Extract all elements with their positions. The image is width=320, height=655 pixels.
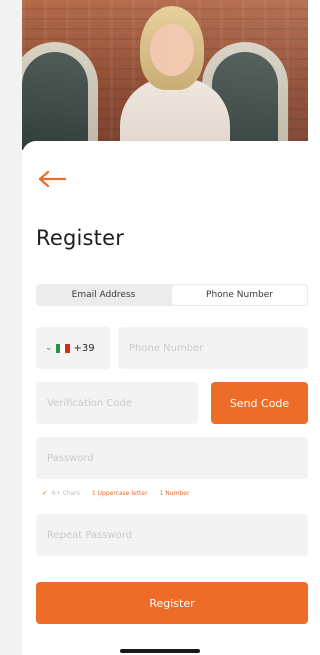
- password-input[interactable]: Password: [36, 437, 308, 479]
- send-code-label: Send Code: [229, 396, 290, 410]
- page-title: Register: [36, 226, 125, 250]
- password-placeholder: Password: [47, 452, 94, 464]
- rule-number: 1 Number: [159, 489, 190, 497]
- phone-number-placeholder: Phone Number: [129, 342, 204, 354]
- verification-code-input[interactable]: Verification Code: [36, 382, 198, 424]
- register-button[interactable]: Register: [36, 582, 308, 624]
- tab-label: Email Address: [71, 290, 136, 300]
- repeat-password-input[interactable]: Repeat Password: [36, 514, 308, 556]
- repeat-password-placeholder: Repeat Password: [47, 529, 133, 541]
- tab-label: Phone Number: [206, 290, 273, 300]
- chevron-down-icon: ⌄: [45, 343, 53, 353]
- home-indicator: [120, 649, 200, 653]
- register-label: Register: [149, 596, 195, 610]
- hero-photo: [22, 0, 308, 150]
- arrow-left-icon: [38, 170, 67, 188]
- check-icon: ✓: [42, 489, 48, 497]
- register-screen: Register Email Address Phone Number ⌄ +3…: [0, 0, 308, 655]
- verification-code-placeholder: Verification Code: [47, 397, 132, 409]
- rule-min-chars: ✓ 6+ Chars: [42, 489, 80, 497]
- phone-number-input[interactable]: Phone Number: [118, 327, 308, 369]
- send-code-button[interactable]: Send Code: [211, 382, 308, 424]
- tab-email-address[interactable]: Email Address: [36, 284, 171, 306]
- password-rules: ✓ 6+ Chars 1 Uppercase letter 1 Number: [36, 486, 201, 500]
- rule-uppercase: 1 Uppercase letter: [91, 489, 148, 497]
- country-code: +39: [73, 342, 95, 354]
- tab-bar: Email Address Phone Number: [36, 284, 308, 306]
- country-code-select[interactable]: ⌄ +39: [36, 327, 110, 369]
- back-button[interactable]: [36, 165, 68, 193]
- italy-flag-icon: [55, 343, 70, 353]
- tab-phone-number[interactable]: Phone Number: [172, 285, 307, 305]
